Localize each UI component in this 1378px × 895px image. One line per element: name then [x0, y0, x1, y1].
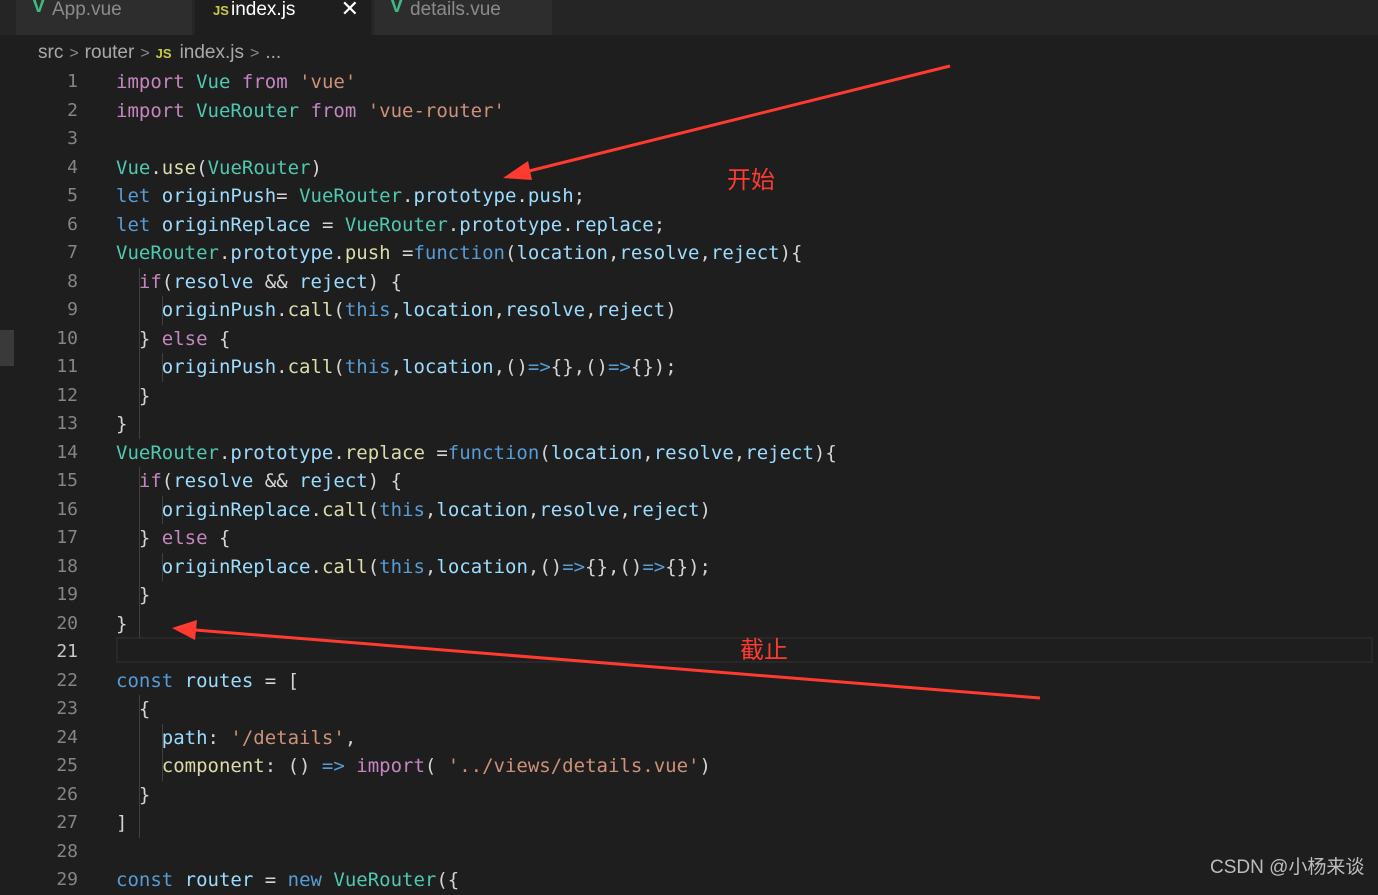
watermark: CSDN @小杨来谈	[1210, 857, 1365, 878]
annotation-arrows	[172, 64, 1041, 700]
annotation-end: 截止	[740, 636, 788, 664]
end-arrow	[172, 620, 1041, 700]
annotation-start: 开始	[727, 166, 775, 194]
